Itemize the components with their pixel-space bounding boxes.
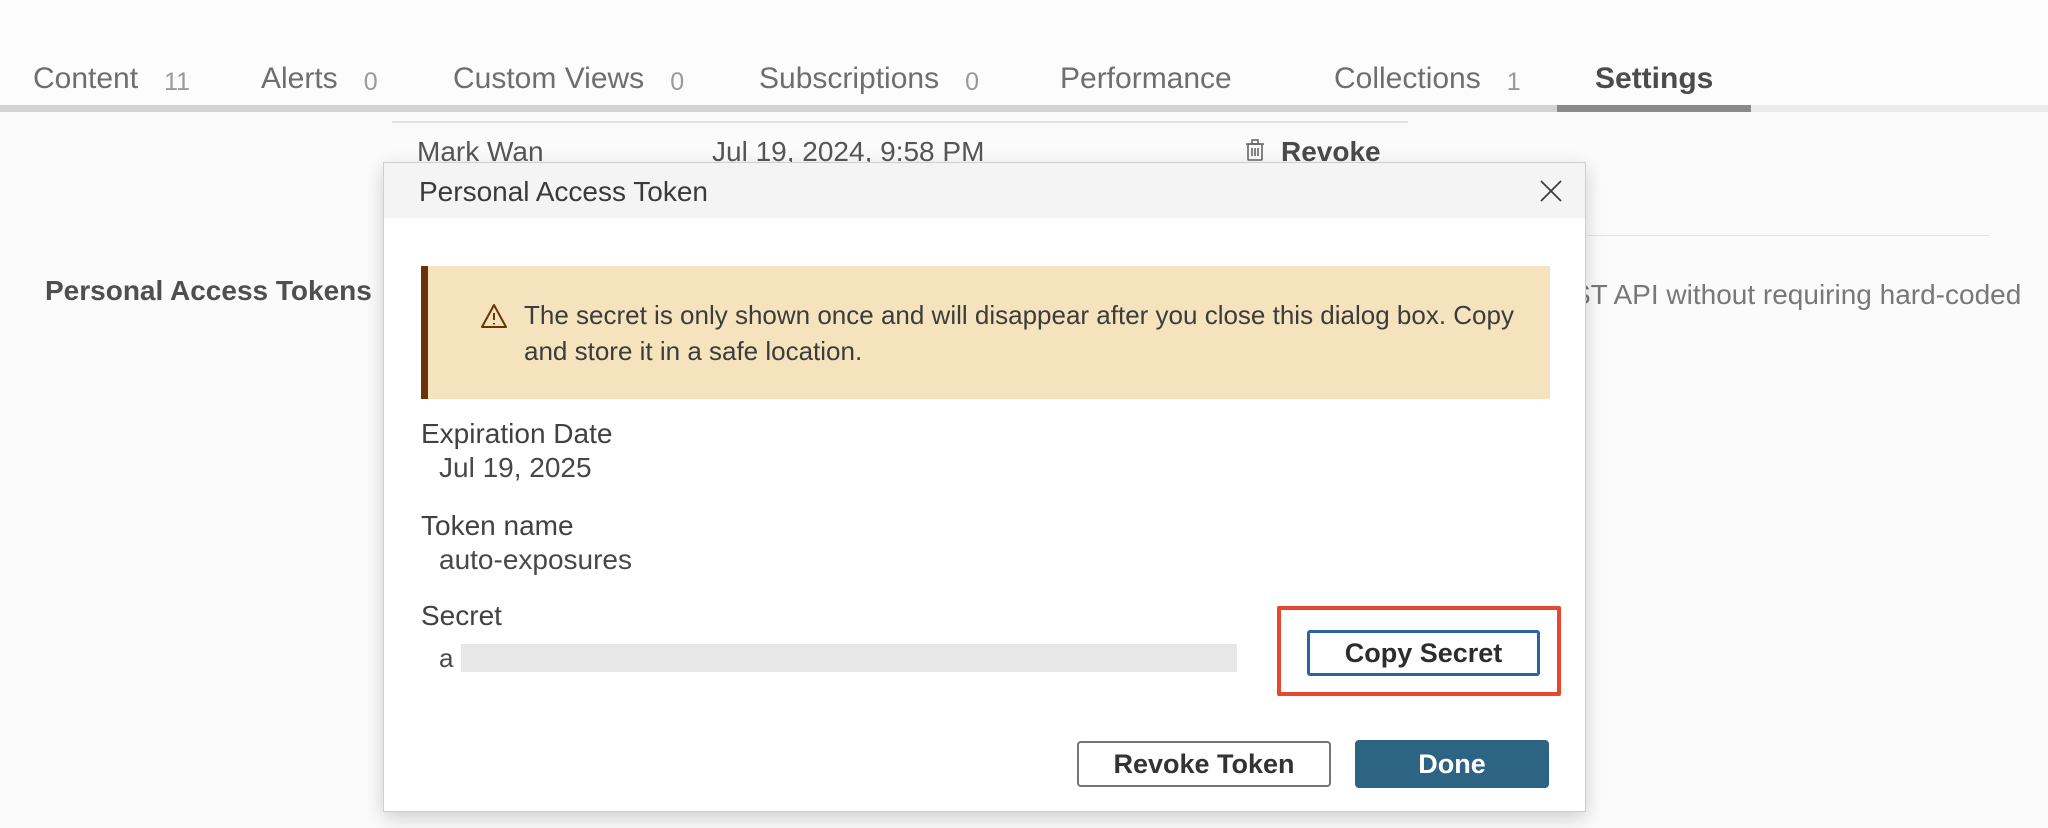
- secret-value-row: a: [439, 644, 1237, 672]
- close-icon[interactable]: [1535, 175, 1567, 207]
- warning-banner: The secret is only shown once and will d…: [421, 266, 1550, 399]
- tab-count: 0: [965, 63, 979, 98]
- tab-label: Custom Views: [453, 63, 644, 95]
- tab-subscriptions[interactable]: Subscriptions 0: [759, 63, 979, 98]
- description-text-fragment: ST API without requiring hard-coded: [1572, 279, 1992, 311]
- tab-label: Performance: [1060, 63, 1232, 95]
- expiration-date-label: Expiration Date: [421, 419, 612, 449]
- tab-label: Subscriptions: [759, 63, 939, 95]
- section-label: Personal Access Tokens: [45, 275, 372, 307]
- active-tab-indicator: [1557, 105, 1751, 112]
- tab-label: Settings: [1595, 63, 1713, 95]
- secret-label: Secret: [421, 601, 502, 631]
- tab-count: 0: [364, 63, 378, 98]
- revoke-token-button[interactable]: Revoke Token: [1077, 741, 1331, 787]
- copy-secret-button[interactable]: Copy Secret: [1307, 630, 1540, 676]
- section-divider: [1583, 235, 1990, 236]
- tab-label: Collections: [1334, 63, 1481, 95]
- tab-content[interactable]: Content 11: [33, 63, 190, 98]
- token-name-value: auto-exposures: [439, 545, 632, 575]
- warning-triangle-icon: [480, 303, 508, 334]
- personal-access-token-dialog: Personal Access Token The secret is only…: [383, 162, 1586, 812]
- page: Content 11 Alerts 0 Custom Views 0 Subsc…: [0, 0, 2048, 828]
- tab-bar-underline-right: [1751, 105, 2048, 112]
- tab-performance[interactable]: Performance: [1060, 63, 1232, 95]
- warning-text: The secret is only shown once and will d…: [524, 297, 1522, 369]
- tab-settings[interactable]: Settings: [1595, 63, 1713, 95]
- tab-count: 1: [1507, 63, 1521, 98]
- tab-count: 11: [164, 63, 190, 98]
- secret-value: a: [439, 643, 453, 674]
- tab-collections[interactable]: Collections 1: [1334, 63, 1521, 98]
- expiration-date-value: Jul 19, 2025: [439, 453, 592, 483]
- tab-alerts[interactable]: Alerts 0: [261, 63, 378, 98]
- dialog-title: Personal Access Token: [419, 176, 708, 208]
- tab-bar: Content 11 Alerts 0 Custom Views 0 Subsc…: [0, 0, 2048, 112]
- token-name-label: Token name: [421, 511, 574, 541]
- dialog-header: Personal Access Token: [384, 163, 1585, 218]
- secret-redacted-bar: [461, 644, 1237, 672]
- table-divider: [392, 121, 1408, 123]
- tab-label: Content: [33, 63, 138, 95]
- tab-label: Alerts: [261, 63, 338, 95]
- done-button[interactable]: Done: [1355, 740, 1549, 788]
- tab-count: 0: [670, 63, 684, 98]
- tab-bar-underline: [0, 105, 1557, 112]
- tab-custom-views[interactable]: Custom Views 0: [453, 63, 684, 98]
